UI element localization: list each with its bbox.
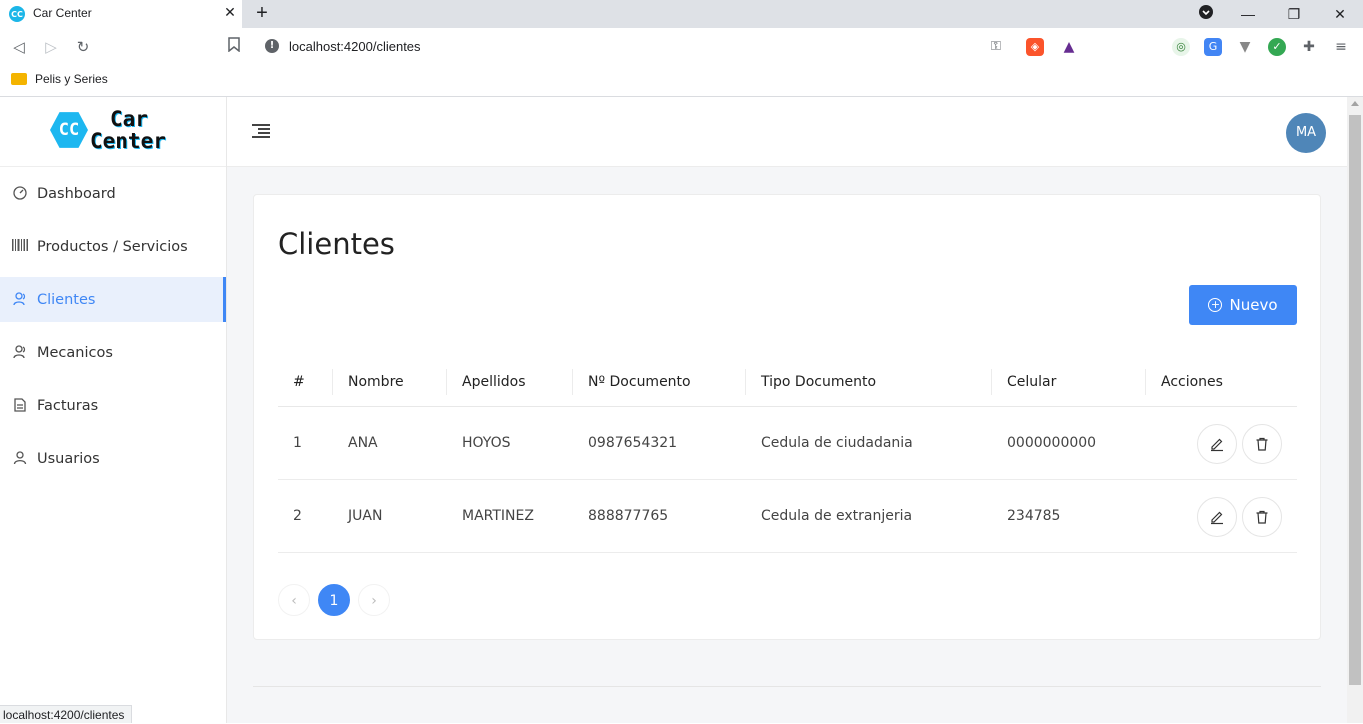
- maximize-button[interactable]: ❐: [1284, 4, 1304, 24]
- site-info-icon[interactable]: !: [265, 39, 279, 53]
- avatar[interactable]: MA: [1286, 113, 1326, 153]
- vue-devtools-icon[interactable]: ▼: [1236, 38, 1254, 56]
- edit-button[interactable]: [1197, 424, 1237, 464]
- dashboard-icon: [12, 185, 28, 202]
- cell-nombre: JUAN: [348, 508, 383, 524]
- main-content: Clientes + Nuevo # Nombre Apellidos Nº D…: [227, 167, 1347, 723]
- address-url[interactable]: localhost:4200/clientes: [289, 39, 421, 54]
- translate-icon[interactable]: G: [1204, 38, 1222, 56]
- edit-button[interactable]: [1197, 497, 1237, 537]
- tab-favicon-icon: CC: [9, 6, 25, 22]
- trash-icon: [1256, 437, 1268, 451]
- forward-button[interactable]: ▷: [41, 37, 61, 57]
- edit-icon: [1211, 511, 1223, 525]
- app-header: MA: [227, 97, 1347, 167]
- brave-shield-icon[interactable]: ◈: [1026, 38, 1044, 56]
- logo-line-1: Car: [110, 107, 148, 131]
- new-button-label: Nuevo: [1229, 296, 1278, 314]
- trash-icon: [1256, 510, 1268, 524]
- sidebar-item-mecanicos[interactable]: Mecanicos: [0, 330, 226, 375]
- bookmarks-bar: [0, 66, 1363, 97]
- sidebar-item-label: Clientes: [37, 291, 96, 308]
- close-window-button[interactable]: ✕: [1330, 4, 1350, 24]
- tab-close-icon[interactable]: ✕: [222, 4, 238, 22]
- browser-ext-icon[interactable]: ◎: [1172, 38, 1190, 56]
- clients-icon: [12, 291, 28, 308]
- key-icon[interactable]: ⚿: [987, 38, 1005, 56]
- cell-tipo: Cedula de ciudadania: [761, 435, 913, 451]
- next-page-button[interactable]: ›: [358, 584, 390, 616]
- browser-tabstrip: CC Car Center ✕ + — ❐ ✕: [0, 0, 1363, 28]
- page-scrollbar[interactable]: [1347, 97, 1363, 723]
- delete-button[interactable]: [1242, 497, 1282, 537]
- folder-icon[interactable]: [11, 73, 27, 85]
- table-header: # Nombre Apellidos Nº Documento Tipo Doc…: [278, 357, 1297, 407]
- page-title: Clientes: [278, 227, 395, 261]
- table-row[interactable]: 1 ANA HOYOS 0987654321 Cedula de ciudada…: [278, 407, 1297, 480]
- sidebar-item-clientes[interactable]: Clientes: [0, 277, 226, 322]
- sidebar-item-label: Usuarios: [37, 450, 100, 467]
- column-header-acciones: Acciones: [1161, 374, 1223, 390]
- collapse-menu-icon[interactable]: [252, 124, 270, 138]
- cell-num: 1: [293, 435, 302, 451]
- user-icon: [12, 450, 28, 467]
- column-header-apellidos[interactable]: Apellidos: [462, 357, 526, 407]
- cell-documento: 0987654321: [588, 435, 678, 451]
- column-header-documento[interactable]: Nº Documento: [588, 357, 691, 407]
- logo-badge: CC: [50, 112, 88, 148]
- new-client-button[interactable]: + Nuevo: [1189, 285, 1297, 325]
- menu-dots-icon[interactable]: ≡: [1332, 38, 1350, 56]
- sidebar-item-label: Dashboard: [37, 185, 116, 202]
- clientes-card: Clientes + Nuevo # Nombre Apellidos Nº D…: [253, 194, 1321, 640]
- sidebar-item-label: Facturas: [37, 397, 99, 414]
- cell-apellidos: MARTINEZ: [462, 508, 534, 524]
- sidebar-item-dashboard[interactable]: Dashboard: [0, 171, 226, 216]
- check-icon[interactable]: ✓: [1268, 38, 1286, 56]
- column-header-celular[interactable]: Celular: [1007, 357, 1056, 407]
- barcode-icon: [12, 238, 28, 255]
- sidebar-item-productos[interactable]: Productos / Servicios: [0, 224, 226, 269]
- cell-apellidos: HOYOS: [462, 435, 511, 451]
- column-header-nombre[interactable]: Nombre: [348, 357, 404, 407]
- status-bar-url: localhost:4200/clientes: [0, 705, 133, 723]
- delete-button[interactable]: [1242, 424, 1282, 464]
- minimize-button[interactable]: —: [1238, 4, 1258, 24]
- scroll-up-icon[interactable]: [1351, 101, 1359, 106]
- cell-nombre: ANA: [348, 435, 378, 451]
- browser-tab[interactable]: CC Car Center ✕: [0, 0, 242, 28]
- sidebar-item-usuarios[interactable]: Usuarios: [0, 436, 226, 481]
- logo-line-2: Center: [90, 129, 166, 153]
- puzzle-icon[interactable]: ✚: [1300, 38, 1318, 56]
- sidebar-item-facturas[interactable]: Facturas: [0, 383, 226, 428]
- back-button[interactable]: ◁: [9, 37, 29, 57]
- mechanics-icon: [12, 344, 28, 361]
- cell-celular: 234785: [1007, 508, 1061, 524]
- prev-page-button[interactable]: ‹: [278, 584, 310, 616]
- invoice-icon: [12, 397, 28, 414]
- page-1-button[interactable]: 1: [318, 584, 350, 616]
- tab-title: Car Center: [33, 6, 92, 20]
- brave-rewards-icon[interactable]: ▲: [1060, 38, 1078, 56]
- cell-num: 2: [293, 508, 302, 524]
- cell-tipo: Cedula de extranjeria: [761, 508, 913, 524]
- tab-search-icon[interactable]: [1196, 4, 1216, 24]
- bookmark-icon[interactable]: [224, 37, 244, 57]
- reload-button[interactable]: ↻: [73, 37, 93, 57]
- footer-divider: [253, 686, 1321, 687]
- scroll-thumb[interactable]: [1349, 115, 1361, 685]
- sidebar: CC Car Center Dashboard Productos / Serv…: [0, 97, 227, 723]
- column-header-num[interactable]: #: [293, 357, 305, 407]
- logo-text: Car Center: [90, 108, 166, 152]
- bookmark-folder-label[interactable]: Pelis y Series: [35, 72, 108, 86]
- logo[interactable]: CC Car Center: [0, 97, 226, 167]
- new-tab-button[interactable]: +: [253, 2, 271, 24]
- sidebar-item-label: Mecanicos: [37, 344, 113, 361]
- table-row[interactable]: 2 JUAN MARTINEZ 888877765 Cedula de extr…: [278, 480, 1297, 553]
- cell-documento: 888877765: [588, 508, 669, 524]
- sidebar-item-label: Productos / Servicios: [37, 238, 188, 255]
- plus-circle-icon: +: [1208, 298, 1223, 312]
- column-header-tipo[interactable]: Tipo Documento: [761, 357, 876, 407]
- edit-icon: [1211, 438, 1223, 452]
- cell-celular: 0000000000: [1007, 435, 1097, 451]
